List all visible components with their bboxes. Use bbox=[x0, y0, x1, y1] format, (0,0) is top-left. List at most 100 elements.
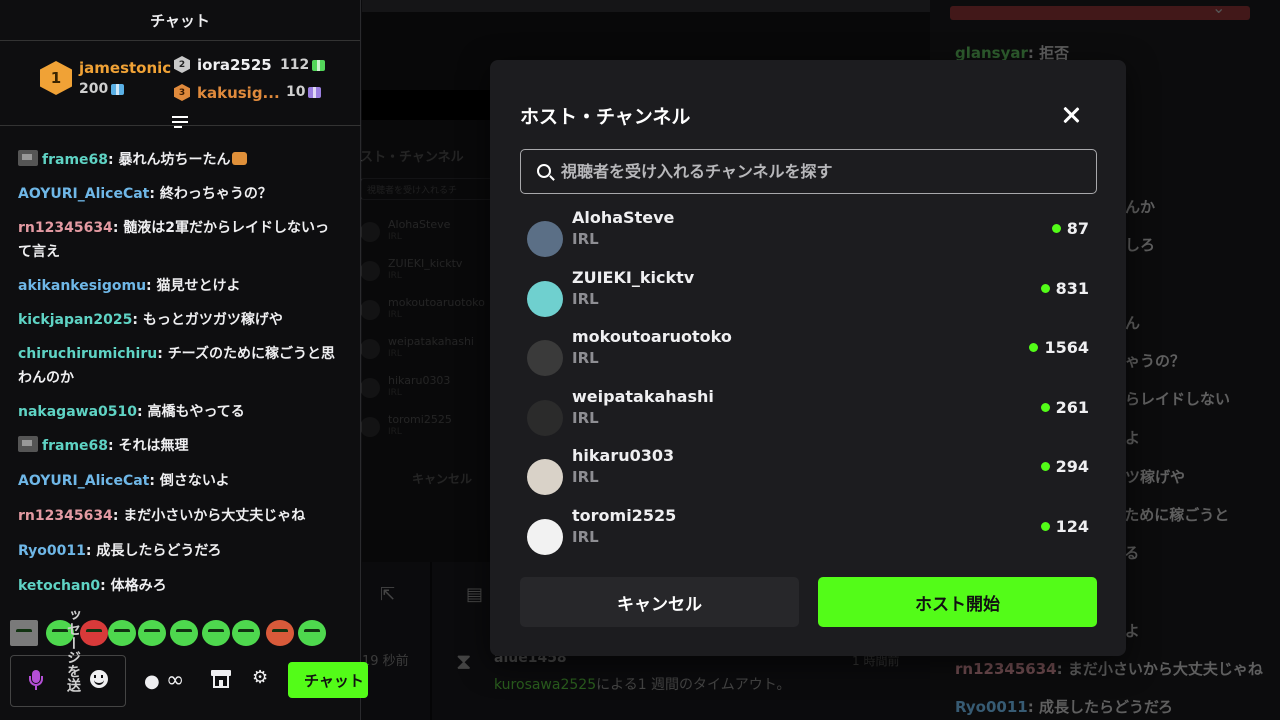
emote-icon[interactable] bbox=[138, 620, 166, 646]
chat-message: kickjapan2025: もっとガツガツ稼げや bbox=[18, 308, 338, 332]
channel-category: IRL bbox=[572, 230, 599, 248]
channel-viewer-count: 261 bbox=[1040, 397, 1089, 417]
chat-username[interactable]: AOYURI_AliceCat bbox=[18, 186, 149, 202]
channel-name: AlohaSteve bbox=[572, 208, 675, 227]
chat-separator: : bbox=[108, 438, 119, 454]
channel-name: toromi2525 bbox=[572, 506, 677, 525]
emote-bar bbox=[10, 620, 360, 650]
chat-message: AOYURI_AliceCat: 終わっちゃうの？ bbox=[18, 182, 338, 206]
leaderboard-name-text: kakusig... bbox=[197, 84, 280, 102]
chat-username[interactable]: akikankesigomu bbox=[18, 278, 146, 294]
channel-search-box[interactable] bbox=[520, 149, 1097, 194]
chat-username[interactable]: chiruchirumichiru bbox=[18, 346, 157, 362]
emote-icon[interactable] bbox=[202, 620, 230, 646]
gift-icon bbox=[312, 59, 326, 71]
modal-title: ホスト・チャンネル bbox=[520, 106, 691, 128]
emote-icon[interactable] bbox=[170, 620, 198, 646]
emote-icon[interactable] bbox=[232, 620, 260, 646]
chat-message: Ryo0011: 成長したらどうだろ bbox=[18, 539, 338, 563]
viewer-count-text: 261 bbox=[1055, 397, 1089, 417]
chat-text: まだ小さいから大丈夫じゃね bbox=[123, 508, 306, 524]
channel-category: IRL bbox=[572, 468, 599, 487]
chat-separator: : bbox=[85, 543, 97, 559]
emote-icon[interactable] bbox=[80, 620, 108, 646]
chat-username[interactable]: frame68 bbox=[42, 438, 108, 454]
chat-username[interactable]: frame68 bbox=[42, 152, 108, 168]
viewer-count-text: 1564 bbox=[1044, 338, 1089, 358]
start-host-button[interactable]: ホスト開始 bbox=[818, 577, 1097, 627]
emote-icon[interactable] bbox=[108, 620, 136, 646]
channel-row[interactable]: weipatakahashi IRL 261 bbox=[520, 387, 1097, 443]
emote-icon[interactable] bbox=[298, 620, 326, 646]
chat-separator: : bbox=[100, 578, 111, 594]
chat-separator: : bbox=[112, 508, 124, 524]
chat-username[interactable]: rn12345634 bbox=[18, 508, 113, 524]
chat-username[interactable]: rn12345634 bbox=[18, 220, 113, 236]
leaderboard-name-1[interactable]: jamestonic bbox=[79, 59, 171, 77]
channel-search-input[interactable] bbox=[561, 150, 1081, 193]
chat-message: rn12345634: 髄液は2軍だからレイドしないって言え bbox=[18, 216, 338, 264]
chat-username[interactable]: nakagawa0510 bbox=[18, 404, 137, 420]
leaderboard-count-text: 10 bbox=[286, 84, 306, 100]
emoji-picker-icon[interactable] bbox=[90, 670, 108, 688]
microphone-icon[interactable] bbox=[29, 670, 43, 690]
channel-name: ZUIEKI_kicktv bbox=[572, 267, 695, 287]
channel-avatar bbox=[527, 519, 563, 555]
chat-separator: : bbox=[157, 346, 168, 362]
gear-icon[interactable]: ⚙ bbox=[252, 667, 268, 688]
chat-separator: : bbox=[149, 186, 160, 202]
store-icon[interactable] bbox=[211, 670, 231, 688]
chat-separator: : bbox=[149, 473, 160, 489]
channel-row[interactable]: AlohaSteve IRL 87 bbox=[520, 208, 1097, 264]
chat-message: ketochan0: 体格みろ bbox=[18, 574, 338, 598]
search-icon bbox=[537, 164, 551, 178]
bits-icon[interactable]: ● bbox=[144, 671, 160, 692]
emote-face bbox=[208, 629, 224, 634]
chat-username[interactable]: ketochan0 bbox=[18, 578, 100, 594]
live-dot-icon bbox=[1040, 283, 1050, 293]
viewer-count-text: 831 bbox=[1055, 278, 1089, 298]
emote-face bbox=[144, 629, 160, 634]
chat-message: chiruchirumichiru: チーズのために稼ごうと思わんのか bbox=[18, 342, 338, 390]
leaderboard-name-2[interactable]: iora2525 bbox=[197, 56, 272, 74]
chat-text: 成長したらどうだろ bbox=[96, 543, 222, 559]
channel-row[interactable]: mokoutoaruotoko IRL 1564 bbox=[520, 327, 1097, 383]
leaderboard-toggle-icon[interactable] bbox=[170, 114, 190, 130]
emote-face bbox=[176, 629, 192, 634]
leaderboard-name-3[interactable]: kakusig... bbox=[197, 84, 280, 102]
infinity-icon[interactable]: ∞ bbox=[166, 668, 184, 693]
channel-name: hikaru0303 bbox=[572, 446, 675, 466]
channel-category: IRL bbox=[572, 528, 599, 546]
emote-icon[interactable] bbox=[10, 620, 38, 646]
channel-row[interactable]: hikaru0303 IRL 294 bbox=[520, 446, 1097, 502]
viewer-count-text: 294 bbox=[1055, 457, 1089, 477]
chat-separator: : bbox=[132, 312, 143, 328]
chat-text: 高橋もやってる bbox=[147, 404, 245, 420]
channel-row[interactable]: toromi2525 IRL 124 bbox=[520, 506, 1097, 562]
leaderboard-name-text: jamestonic bbox=[79, 59, 172, 77]
emote-face bbox=[86, 629, 102, 634]
channel-category: IRL bbox=[572, 408, 599, 427]
channel-name: mokoutoaruotoko bbox=[572, 327, 732, 347]
chat-message: nakagawa0510: 高橋もやってる bbox=[18, 400, 338, 424]
channel-category: IRL bbox=[572, 349, 599, 368]
app-root: スト・チャンネル 視聴者を受け入れるチ AlohaSteveIRLZUIEKI_… bbox=[0, 0, 1280, 720]
cancel-button[interactable]: キャンセル bbox=[520, 577, 799, 627]
chat-username[interactable]: kickjapan2025 bbox=[18, 312, 132, 328]
chat-username[interactable]: Ryo0011 bbox=[18, 543, 86, 559]
chat-separator: : bbox=[112, 220, 124, 236]
chat-text: 倒さないよ bbox=[159, 473, 230, 489]
chat-username[interactable]: AOYURI_AliceCat bbox=[18, 473, 149, 489]
gift-icon bbox=[111, 83, 125, 95]
emote-icon[interactable] bbox=[266, 620, 294, 646]
chat-text: もっとガツガツ稼げや bbox=[142, 312, 283, 328]
channel-viewer-count: 831 bbox=[1040, 278, 1089, 298]
channel-row[interactable]: ZUIEKI_kicktv IRL 831 bbox=[520, 268, 1097, 324]
leaderboard-count-2: 112 bbox=[280, 57, 326, 73]
live-dot-icon bbox=[1029, 343, 1039, 353]
live-dot-icon bbox=[1040, 402, 1050, 412]
emote-face bbox=[304, 629, 320, 634]
chat-message: AOYURI_AliceCat: 倒さないよ bbox=[18, 469, 338, 493]
close-icon[interactable] bbox=[1060, 104, 1082, 126]
chat-send-button[interactable]: チャット bbox=[288, 662, 368, 698]
